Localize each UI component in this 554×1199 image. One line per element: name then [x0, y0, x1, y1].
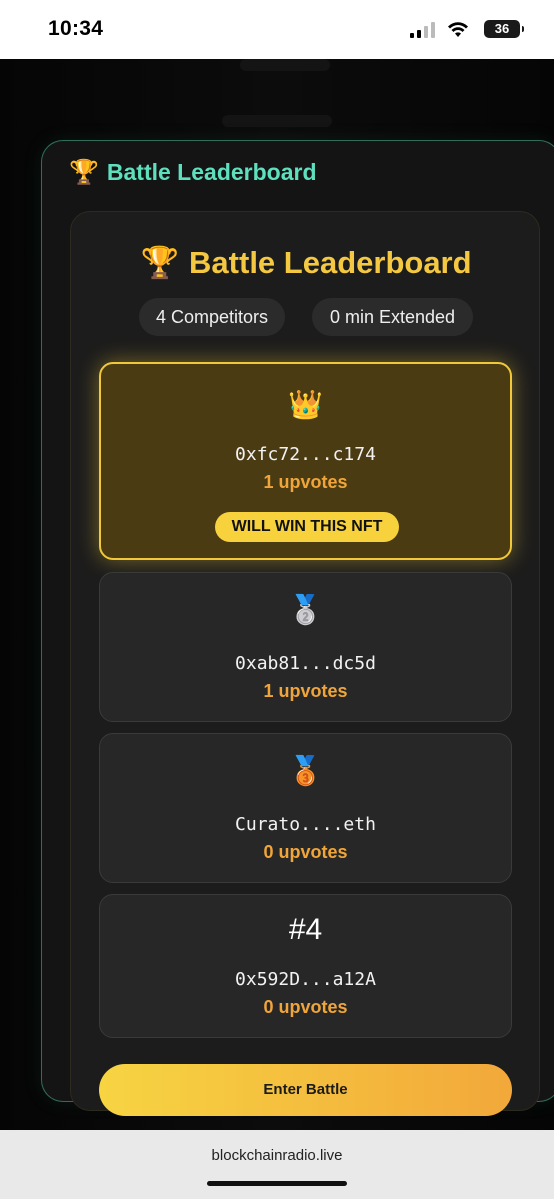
silver-medal-icon: 🥈: [288, 594, 323, 625]
time-extended: 0 min Extended: [312, 298, 473, 336]
signal-icon: [410, 22, 435, 38]
entry-address: 0x592D...a12A: [235, 969, 376, 990]
entry-votes: 0 upvotes: [263, 997, 348, 1017]
leaderboard-entry-3[interactable]: 🥉 Curato....eth 0 upvotes: [99, 733, 512, 883]
trophy-icon: 🏆: [69, 159, 99, 186]
bronze-medal-icon: 🥉: [288, 755, 323, 786]
leaderboard-entry-1[interactable]: 👑 0xfc72...c174 1 upvotes WILL WIN THIS …: [99, 362, 512, 560]
card-title-text: Battle Leaderboard: [106, 159, 317, 185]
status-icons: 36: [400, 20, 524, 40]
entry-votes: 0 upvotes: [263, 842, 348, 862]
browser-toolbar: blockchainradio.live: [0, 1130, 554, 1199]
rank-number: #4: [288, 913, 323, 946]
leaderboard-panel: 🏆 Battle Leaderboard 4 Competitors 0 min …: [70, 211, 541, 1116]
entry-address: 0xfc72...c174: [235, 444, 376, 465]
status-bar: 10:34 36: [0, 0, 554, 59]
competitors-count: 4 Competitors: [139, 298, 285, 336]
url-bar[interactable]: blockchainradio.live: [0, 1147, 554, 1164]
card-title: 🏆 Battle Leaderboard: [69, 158, 317, 187]
entry-votes: 1 upvotes: [263, 472, 348, 492]
leaderboard-card: 🏆 Battle Leaderboard 🏆 Battle Leaderboard…: [41, 140, 554, 1116]
entry-votes: 1 upvotes: [263, 681, 348, 701]
winner-badge: WILL WIN THIS NFT: [215, 512, 399, 542]
ghost-nav: [222, 115, 332, 127]
trophy-icon: 🏆: [140, 245, 180, 280]
ghost-nav: [240, 59, 330, 71]
home-indicator[interactable]: [207, 1181, 347, 1186]
clock: 10:34: [48, 17, 104, 40]
entry-address: 0xab81...dc5d: [235, 653, 376, 674]
wifi-icon: [448, 22, 468, 37]
entry-address: Curato....eth: [235, 814, 376, 835]
battery-icon: 36: [484, 20, 524, 38]
crown-icon: 👑: [288, 389, 323, 420]
enter-battle-button[interactable]: Enter Battle: [99, 1064, 512, 1116]
leaderboard-title: 🏆 Battle Leaderboard: [71, 244, 541, 281]
leaderboard-title-text: Battle Leaderboard: [189, 245, 472, 280]
leaderboard-entry-4[interactable]: #4 0x592D...a12A 0 upvotes: [99, 894, 512, 1038]
leaderboard-entry-2[interactable]: 🥈 0xab81...dc5d 1 upvotes: [99, 572, 512, 722]
